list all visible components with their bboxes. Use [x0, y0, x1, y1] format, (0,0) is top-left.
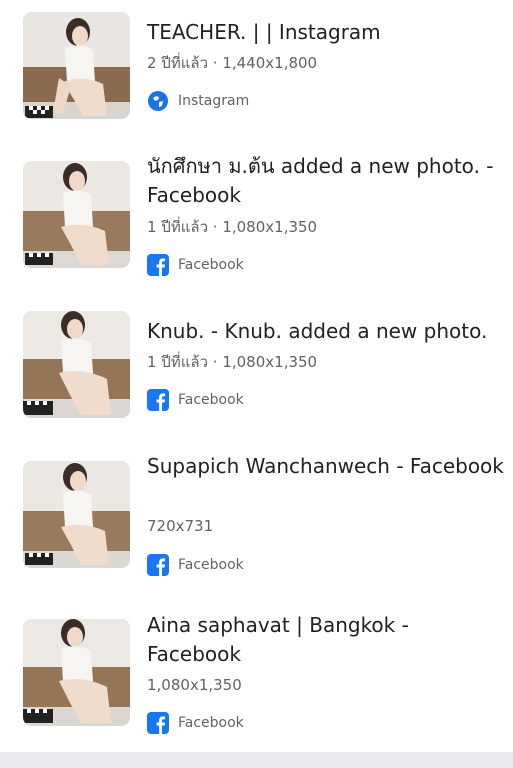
result-title[interactable]: Supapich Wanchanwech - Facebook	[147, 452, 505, 481]
source-label: Instagram	[178, 93, 250, 109]
result-dimensions: 720x731	[147, 517, 214, 535]
facebook-icon	[147, 389, 169, 411]
result-dimensions: 1,440x1,800	[222, 54, 318, 72]
source-label: Facebook	[178, 557, 244, 573]
result-time-ago: 1 ปีที่แล้ว	[147, 353, 209, 371]
result-source[interactable]: Facebook	[147, 253, 244, 277]
meta-separator: ·	[208, 353, 223, 371]
image-results-list: TEACHER. | | Instagram 2 ปีที่แล้ว · 1,4…	[0, 0, 513, 752]
result-meta: 1,080x1,350	[147, 675, 242, 695]
photo-thumbnail-image	[23, 12, 130, 119]
photo-thumbnail-image	[23, 311, 130, 418]
source-label: Facebook	[178, 257, 244, 273]
result-dimensions: 1,080x1,350	[222, 218, 318, 236]
photo-thumbnail-image	[23, 161, 130, 268]
facebook-icon	[147, 554, 169, 576]
result-title[interactable]: นักศึกษา ม.ต้น added a new photo. - Face…	[147, 152, 505, 210]
facebook-icon	[147, 712, 169, 734]
result-title[interactable]: TEACHER. | | Instagram	[147, 18, 505, 47]
result-time-ago: 1 ปีที่แล้ว	[147, 218, 209, 236]
result-source[interactable]: Instagram	[147, 89, 249, 113]
result-item[interactable]: Supapich Wanchanwech - Facebook 720x731 …	[0, 440, 513, 600]
result-item[interactable]: Knub. - Knub. added a new photo. 1 ปีที่…	[0, 290, 513, 440]
globe-icon	[147, 90, 169, 112]
result-meta: 720x731	[147, 516, 213, 536]
result-source[interactable]: Facebook	[147, 711, 244, 735]
result-meta: 2 ปีที่แล้ว · 1,440x1,800	[147, 53, 317, 73]
result-item[interactable]: TEACHER. | | Instagram 2 ปีที่แล้ว · 1,4…	[0, 0, 513, 140]
meta-separator: ·	[208, 54, 223, 72]
result-item[interactable]: นักศึกษา ม.ต้น added a new photo. - Face…	[0, 140, 513, 290]
result-thumbnail[interactable]	[23, 311, 130, 418]
bottom-divider-bar	[0, 752, 513, 768]
result-title[interactable]: Knub. - Knub. added a new photo.	[147, 317, 505, 346]
result-thumbnail[interactable]	[23, 619, 130, 726]
result-dimensions: 1,080x1,350	[147, 676, 242, 694]
result-time-ago: 2 ปีที่แล้ว	[147, 54, 209, 72]
result-thumbnail[interactable]	[23, 161, 130, 268]
result-source[interactable]: Facebook	[147, 388, 244, 412]
photo-thumbnail-image	[23, 461, 130, 568]
photo-thumbnail-image	[23, 619, 130, 726]
source-label: Facebook	[178, 392, 244, 408]
result-thumbnail[interactable]	[23, 12, 130, 119]
result-title[interactable]: Aina saphavat | Bangkok - Facebook	[147, 611, 505, 669]
result-item[interactable]: Aina saphavat | Bangkok - Facebook 1,080…	[0, 600, 513, 752]
meta-separator: ·	[208, 218, 223, 236]
result-thumbnail[interactable]	[23, 461, 130, 568]
facebook-icon	[147, 254, 169, 276]
result-source[interactable]: Facebook	[147, 553, 244, 577]
result-meta: 1 ปีที่แล้ว · 1,080x1,350	[147, 352, 317, 372]
result-dimensions: 1,080x1,350	[222, 353, 318, 371]
result-meta: 1 ปีที่แล้ว · 1,080x1,350	[147, 217, 317, 237]
source-label: Facebook	[178, 715, 244, 731]
